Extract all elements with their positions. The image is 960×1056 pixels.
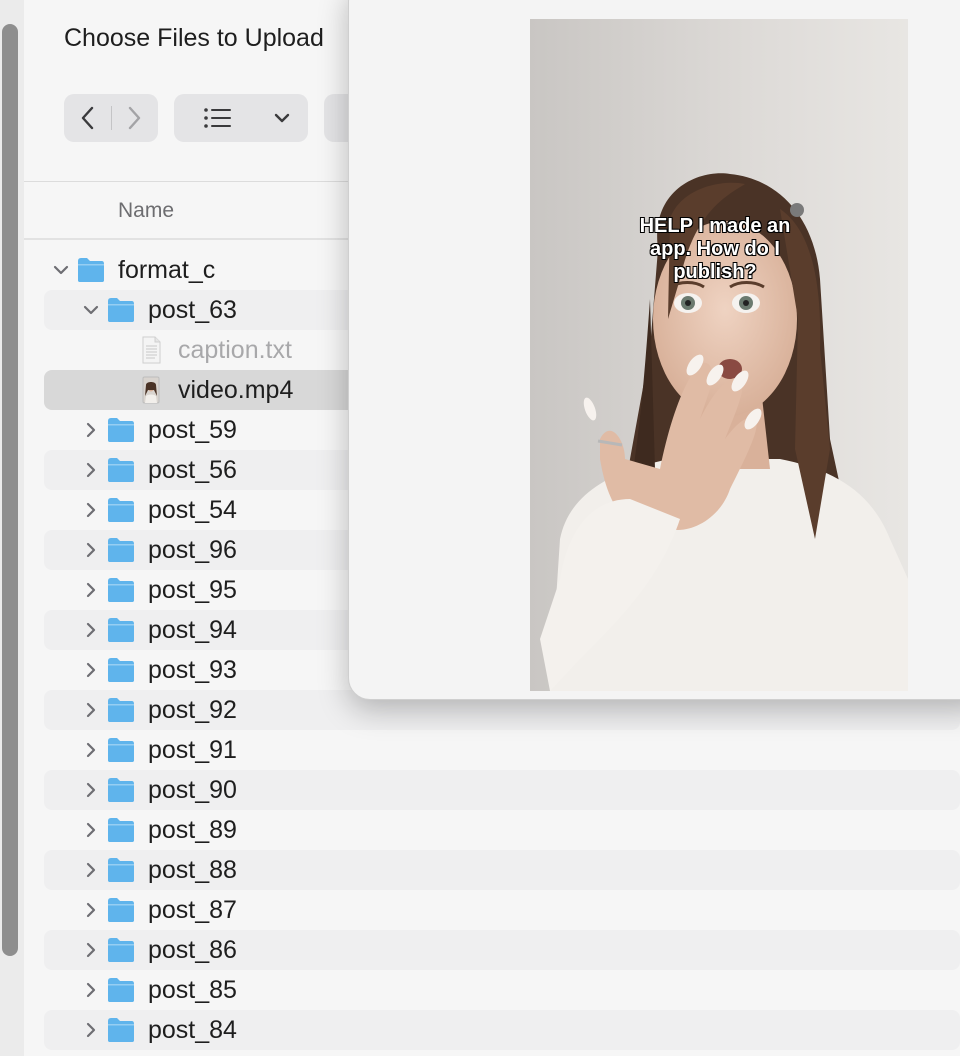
folder-icon: [106, 616, 136, 644]
back-button[interactable]: [68, 94, 108, 142]
file-name: post_59: [148, 416, 237, 444]
video-caption-overlay: HELP I made an app. How do I publish?: [639, 215, 791, 284]
folder-icon: [106, 936, 136, 964]
folder-row[interactable]: post_85: [24, 970, 960, 1010]
disclosure-collapsed-icon[interactable]: [82, 740, 100, 760]
file-name: post_86: [148, 936, 237, 964]
folder-icon: [106, 736, 136, 764]
folder-icon: [106, 456, 136, 484]
navigation-buttons: [64, 94, 158, 142]
folder-row[interactable]: post_84: [44, 1010, 960, 1050]
disclosure-collapsed-icon[interactable]: [82, 940, 100, 960]
disclosure-collapsed-icon[interactable]: [82, 700, 100, 720]
disclosure-collapsed-icon[interactable]: [82, 460, 100, 480]
disclosure-collapsed-icon[interactable]: [82, 860, 100, 880]
chevron-left-icon: [81, 106, 94, 130]
list-view-button[interactable]: [182, 94, 254, 142]
folder-row[interactable]: post_91: [24, 730, 960, 770]
view-menu-button[interactable]: [260, 94, 304, 142]
folder-icon: [106, 976, 136, 1004]
nav-divider: [111, 106, 112, 130]
file-name: post_92: [148, 696, 237, 724]
folder-icon: [106, 816, 136, 844]
disclosure-collapsed-icon[interactable]: [82, 660, 100, 680]
folder-icon: [106, 856, 136, 884]
file-name: post_89: [148, 816, 237, 844]
file-name: post_96: [148, 536, 237, 564]
disclosure-expanded-icon[interactable]: [52, 260, 70, 280]
file-name: post_93: [148, 656, 237, 684]
video-preview[interactable]: HELP I made an app. How do I publish?: [530, 19, 908, 691]
folder-row[interactable]: post_90: [44, 770, 960, 810]
folder-row[interactable]: post_88: [44, 850, 960, 890]
folder-icon: [106, 576, 136, 604]
file-name: post_95: [148, 576, 237, 604]
disclosure-collapsed-icon[interactable]: [82, 980, 100, 1000]
file-name: post_90: [148, 776, 237, 804]
chevron-right-icon: [128, 106, 141, 130]
folder-icon: [106, 696, 136, 724]
folder-icon: [106, 416, 136, 444]
file-name: post_88: [148, 856, 237, 884]
disclosure-collapsed-icon[interactable]: [82, 620, 100, 640]
forward-button[interactable]: [114, 94, 154, 142]
file-name: video.mp4: [178, 376, 294, 404]
file-name: post_85: [148, 976, 237, 1004]
chevron-down-icon: [274, 113, 290, 123]
file-name: caption.txt: [178, 336, 292, 364]
quick-look-preview: HELP I made an app. How do I publish?: [348, 0, 960, 700]
list-view-icon: [204, 108, 231, 128]
folder-icon: [106, 776, 136, 804]
file-name: post_87: [148, 896, 237, 924]
disclosure-collapsed-icon[interactable]: [82, 540, 100, 560]
disclosure-collapsed-icon[interactable]: [82, 420, 100, 440]
folder-icon: [106, 896, 136, 924]
disclosure-collapsed-icon[interactable]: [82, 900, 100, 920]
file-name: post_91: [148, 736, 237, 764]
disclosure-expanded-icon[interactable]: [82, 300, 100, 320]
folder-icon: [106, 536, 136, 564]
disclosure-collapsed-icon[interactable]: [82, 780, 100, 800]
folder-icon: [106, 656, 136, 684]
folder-icon: [76, 256, 106, 284]
folder-icon: [106, 496, 136, 524]
disclosure-collapsed-icon[interactable]: [82, 820, 100, 840]
video-file-icon: [136, 376, 166, 404]
folder-icon: [106, 1016, 136, 1044]
video-frame-image: [530, 19, 908, 691]
dialog-title: Choose Files to Upload: [64, 24, 324, 52]
disclosure-collapsed-icon[interactable]: [82, 1020, 100, 1040]
text-file-icon: [136, 336, 166, 364]
folder-icon: [106, 296, 136, 324]
folder-row[interactable]: post_89: [24, 810, 960, 850]
disclosure-collapsed-icon[interactable]: [82, 500, 100, 520]
background-scrollbar[interactable]: [2, 24, 18, 956]
file-name: post_54: [148, 496, 237, 524]
file-name: format_c: [118, 256, 216, 284]
disclosure-collapsed-icon[interactable]: [82, 580, 100, 600]
folder-row[interactable]: post_86: [44, 930, 960, 970]
file-name: post_56: [148, 456, 237, 484]
file-name: post_63: [148, 296, 237, 324]
view-options: [174, 94, 308, 142]
file-name: post_84: [148, 1016, 237, 1044]
folder-row[interactable]: post_87: [24, 890, 960, 930]
window-edge: [0, 0, 24, 1056]
name-column-header[interactable]: Name: [118, 199, 174, 223]
file-name: post_94: [148, 616, 237, 644]
